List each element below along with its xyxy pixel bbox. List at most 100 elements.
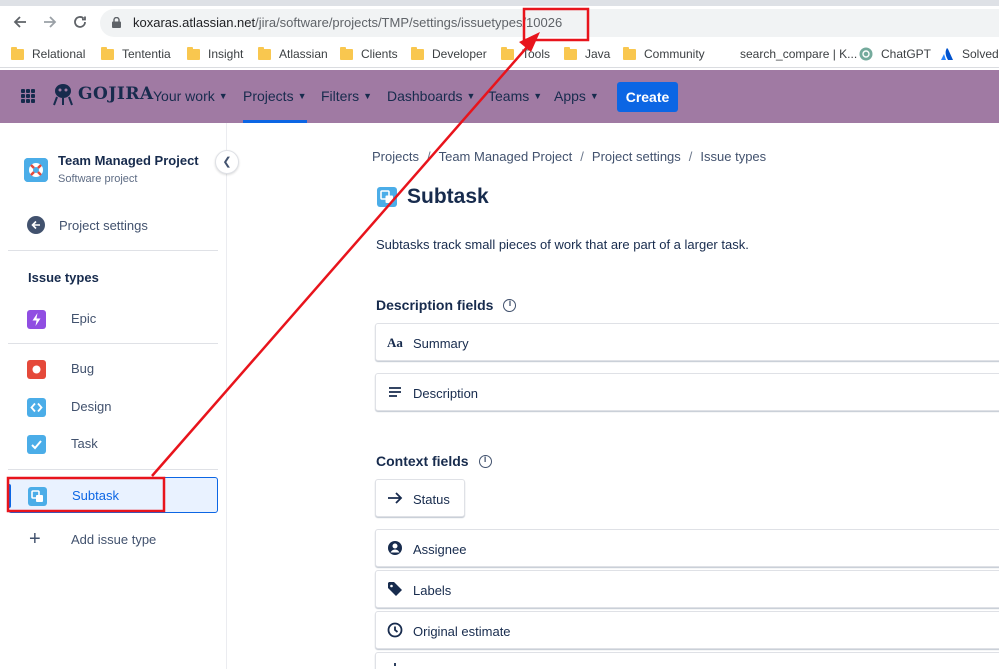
app-switcher-icon[interactable]: [21, 89, 35, 103]
url-path: /jira/software/projects/TMP/settings/iss…: [255, 15, 563, 30]
bookmark-chatgpt[interactable]: ChatGPT: [859, 45, 931, 63]
address-bar[interactable]: koxaras.atlassian.net/jira/software/proj…: [100, 9, 999, 37]
bookmark-search-compare[interactable]: search_compare | K...: [740, 45, 857, 63]
url-host: koxaras.atlassian.net: [133, 15, 256, 30]
sidebar-divider: [8, 343, 218, 344]
sidebar-item-label: Bug: [71, 361, 95, 376]
logo-text: GOJIRA: [78, 84, 154, 104]
jira-top-nav: GOJIRA Your work ▼ Projects ▼ Filters ▼ Das…: [0, 70, 999, 123]
stopwatch-icon: [394, 663, 396, 666]
bookmark-community[interactable]: Community: [623, 45, 705, 63]
svg-text:Aa: Aa: [387, 335, 403, 350]
page-title[interactable]: Subtask: [407, 185, 489, 209]
nav-your-work[interactable]: Your work ▼: [153, 88, 228, 104]
breadcrumb: Projects / Team Managed Project / Project se…: [372, 149, 767, 164]
breadcrumb-issue-types[interactable]: Issue types: [700, 149, 766, 164]
bookmarks-bar: Relational Tententia Insight Atlassian C…: [0, 40, 999, 68]
bookmark-developer[interactable]: Developer: [411, 45, 487, 63]
sidebar-item-design[interactable]: Design: [8, 389, 218, 425]
sidebar-item-bug[interactable]: Bug: [8, 351, 218, 387]
epic-icon: [27, 310, 46, 329]
page-description[interactable]: Subtasks track small pieces of work that…: [376, 237, 749, 252]
clock-icon: [387, 622, 403, 638]
subtask-icon[interactable]: [377, 187, 397, 207]
bug-icon: [27, 360, 46, 379]
bookmark-solved[interactable]: Solved:: [940, 45, 999, 63]
issue-types-heading: Issue types: [28, 270, 99, 285]
sidebar-item-task[interactable]: Task: [8, 426, 218, 462]
back-circle-icon[interactable]: [27, 216, 45, 234]
field-status[interactable]: Status: [375, 479, 465, 517]
field-label: Status: [413, 492, 450, 507]
field-label: Original estimate: [413, 624, 511, 639]
breadcrumb-project[interactable]: Team Managed Project: [439, 149, 573, 164]
folder-icon: [340, 46, 353, 60]
sidebar-item-epic[interactable]: Epic: [8, 301, 218, 337]
chevron-down-icon: ▼: [466, 91, 476, 101]
reload-icon[interactable]: [71, 14, 89, 32]
nav-label: Apps: [554, 88, 586, 104]
field-label: Labels: [413, 583, 452, 598]
nav-dashboards[interactable]: Dashboards ▼: [387, 88, 475, 104]
bookmark-relational[interactable]: Relational: [11, 45, 85, 63]
sidebar-item-subtask[interactable]: Subtask: [8, 477, 218, 513]
site-logo[interactable]: GOJIRA: [52, 82, 154, 106]
lock-icon: [112, 17, 121, 28]
field-original-estimate[interactable]: Original estimate: [375, 611, 999, 649]
field-assignee[interactable]: Assignee: [375, 529, 999, 567]
folder-icon: [187, 46, 200, 60]
project-settings-link[interactable]: Project settings: [59, 218, 148, 233]
app-window: koxaras.atlassian.net/jira/software/proj…: [0, 0, 999, 669]
field-summary[interactable]: Aa Summary: [375, 323, 999, 361]
plus-icon[interactable]: +: [29, 529, 41, 549]
bookmark-label: Java: [585, 47, 611, 61]
field-label: Assignee: [413, 542, 467, 557]
bookmark-tools[interactable]: Tools: [501, 45, 550, 63]
add-issue-type-button[interactable]: Add issue type: [71, 532, 156, 547]
nav-teams[interactable]: Teams ▼: [488, 88, 542, 104]
create-button[interactable]: Create: [617, 82, 678, 112]
group-title-text: Description fields: [376, 297, 494, 313]
collapse-sidebar-icon[interactable]: ❮: [215, 150, 239, 174]
field-label: Description: [413, 386, 479, 401]
nav-apps[interactable]: Apps ▼: [554, 88, 599, 104]
folder-icon: [501, 46, 514, 60]
folder-icon: [101, 46, 114, 60]
sidebar-divider: [8, 469, 218, 470]
folder-icon: [411, 46, 424, 60]
field-labels[interactable]: Labels: [375, 570, 999, 608]
nav-label: Your work: [153, 88, 215, 104]
bookmark-label: search_compare | K...: [740, 47, 858, 61]
chatgpt-icon: [859, 47, 873, 61]
text-format-icon: Aa: [387, 335, 403, 350]
folder-icon: [258, 46, 271, 60]
chevron-down-icon: ▼: [589, 91, 599, 101]
breadcrumb-projects[interactable]: Projects: [372, 149, 419, 164]
context-fields-heading: Context fields: [376, 453, 492, 469]
back-arrow-icon[interactable]: [11, 14, 29, 32]
sidebar-item-label: Subtask: [72, 488, 119, 503]
sidebar-item-label: Epic: [71, 311, 97, 326]
sidebar-divider: [8, 250, 218, 251]
subtask-icon: [28, 487, 47, 506]
sidebar-item-label: Task: [71, 436, 98, 451]
bookmark-tententia[interactable]: Tententia: [101, 45, 171, 63]
nav-filters[interactable]: Filters ▼: [321, 88, 372, 104]
sidebar-item-label: Design: [71, 399, 112, 414]
project-type: Software project: [58, 173, 138, 185]
project-name[interactable]: Team Managed Project: [58, 153, 199, 168]
bookmark-java[interactable]: Java: [564, 45, 610, 63]
bookmark-atlassian[interactable]: Atlassian: [258, 45, 328, 63]
info-icon[interactable]: [478, 454, 492, 468]
nav-projects[interactable]: Projects ▼: [243, 88, 307, 123]
forward-arrow-icon[interactable]: [41, 14, 59, 32]
arrow-right-icon: [388, 492, 403, 504]
breadcrumb-settings[interactable]: Project settings: [592, 149, 681, 164]
field-partial[interactable]: [375, 652, 999, 669]
bookmark-insight[interactable]: Insight: [187, 45, 243, 63]
bookmark-label: Tententia: [122, 47, 171, 61]
info-icon[interactable]: [503, 298, 517, 312]
bookmark-clients[interactable]: Clients: [340, 45, 398, 63]
chevron-down-icon: ▼: [363, 91, 373, 101]
field-description[interactable]: Description: [375, 373, 999, 411]
